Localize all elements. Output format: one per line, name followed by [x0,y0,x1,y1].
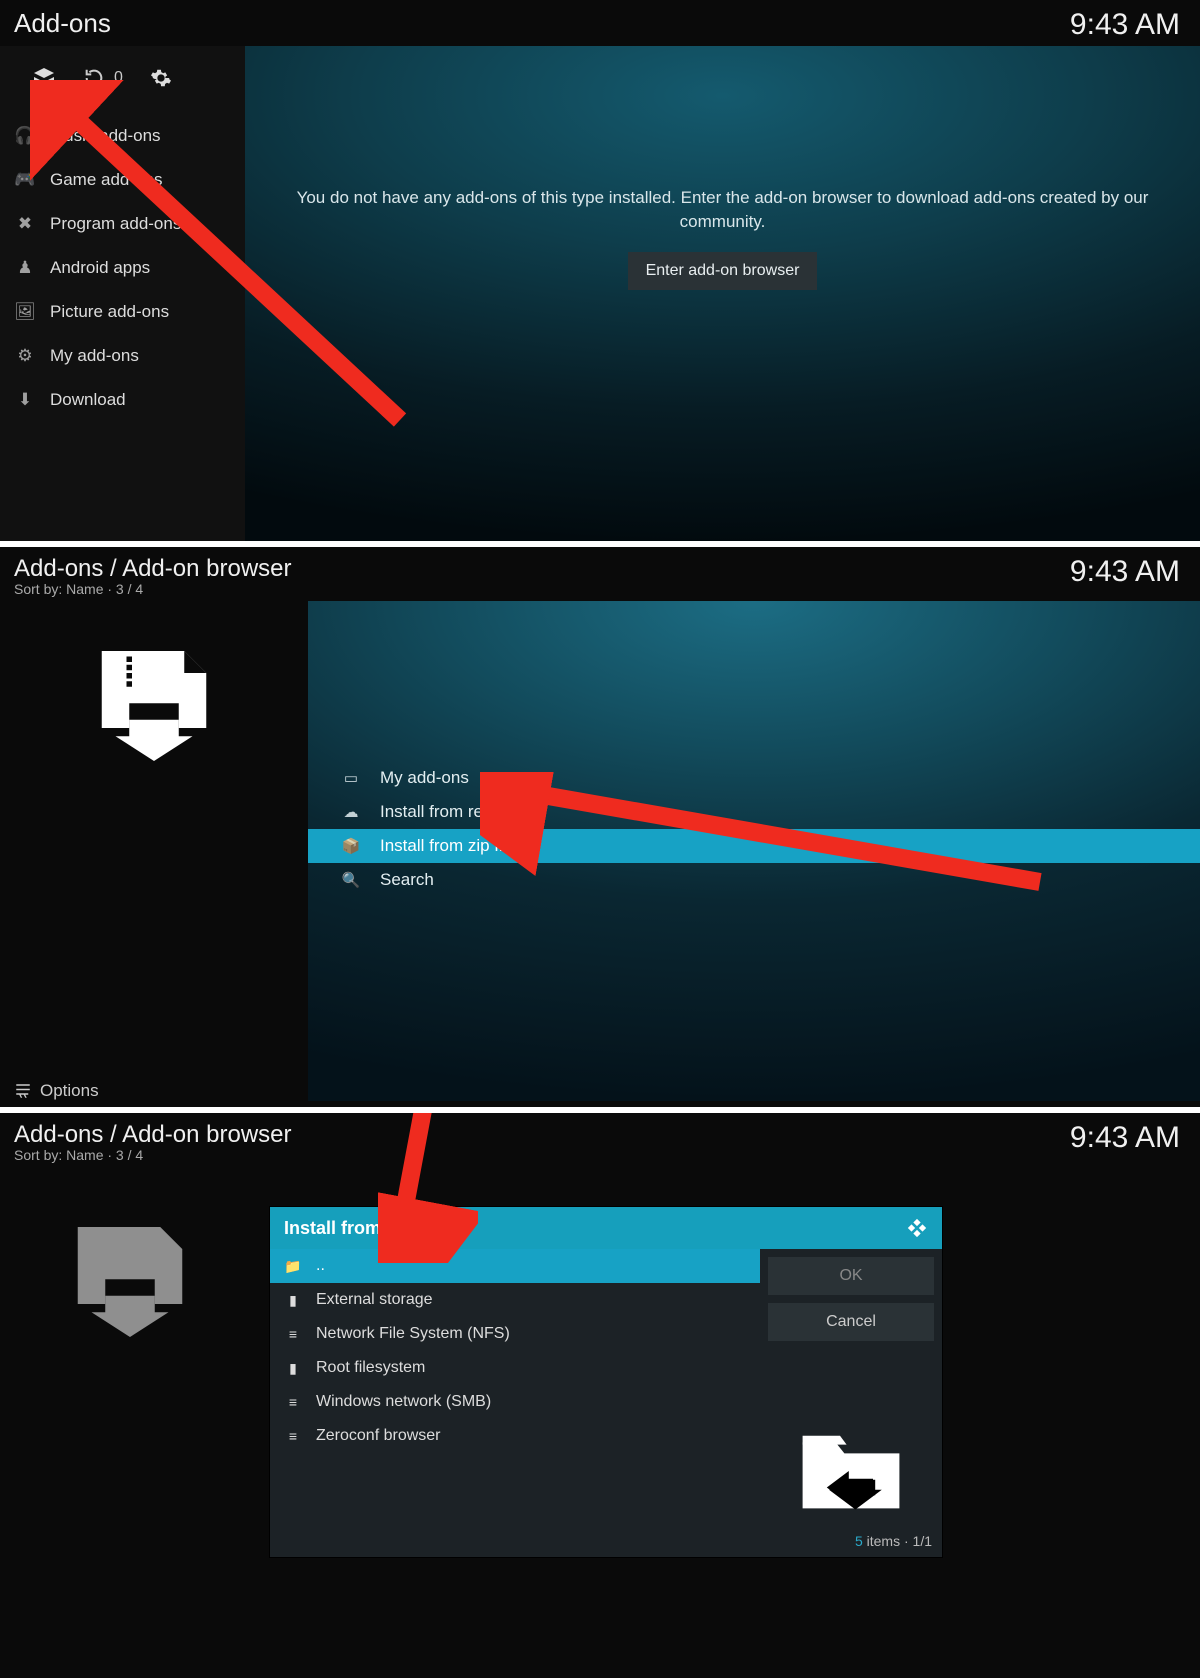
sidebar-item-music-add-ons[interactable]: 🎧 Music add-ons [0,114,245,158]
sidebar-item-picture-add-ons[interactable]: 🖼 Picture add-ons [0,290,245,334]
empty-message: You do not have any add-ons of this type… [293,186,1153,234]
file-item-root-filesystem[interactable]: ▮ Root filesystem [270,1351,760,1385]
menu-item-label: Search [380,870,434,890]
folder-preview [791,1421,911,1521]
cloud-down-icon: ☁ [342,803,360,821]
headphones-icon: 🎧 [14,125,36,147]
download-icon: ⬇ [14,389,36,411]
header: Add-ons 9:43 AM [0,0,1200,46]
header: Add-ons / Add-on browser Sort by: Name ·… [0,1113,1200,1167]
file-item-label: .. [316,1257,325,1275]
sidebar-item-label: Download [50,390,126,410]
header: Add-ons / Add-on browser Sort by: Name ·… [0,547,1200,601]
sidebar-preview [0,601,308,1101]
sd-icon: ▮ [284,1292,302,1309]
menu-item-install-from-repository[interactable]: ☁ Install from repository [308,795,1200,829]
menu-item-label: My add-ons [380,768,469,788]
options-label: Options [40,1081,99,1101]
sidebar-item-download[interactable]: ⬇ Download [0,378,245,422]
enter-addon-browser-button[interactable]: Enter add-on browser [628,252,818,290]
cancel-button[interactable]: Cancel [768,1303,934,1341]
file-item-parent[interactable]: 📁.. [270,1249,760,1283]
ok-button[interactable]: OK [768,1257,934,1295]
clock: 9:43 AM [1070,8,1180,42]
puzzle-icon: ✖ [14,213,36,235]
android-icon: ♟ [14,257,36,279]
sidebar-item-my-add-ons[interactable]: ⚙ My add-ons [0,334,245,378]
browser-menu: ▭ My add-ons ☁ Install from repository 📦 Inst… [308,761,1200,897]
sidebar-item-program-add-ons[interactable]: ✖ Program add-ons [0,202,245,246]
folder-up-icon: 📁 [284,1258,302,1275]
screen-zip-dialog: Add-ons / Add-on browser Sort by: Name ·… [0,1113,1200,1678]
options-icon [14,1082,32,1100]
refresh-icon[interactable] [82,66,106,90]
gamepad-icon: 🎮 [14,169,36,191]
network-icon: ≡ [284,1326,302,1342]
sidebar-item-label: Music add-ons [50,126,161,146]
page-subtitle: Sort by: Name · 3 / 4 [14,581,292,597]
clock: 9:43 AM [1070,555,1180,589]
dialog-title-bar: Install from zip file [270,1207,942,1249]
options-footer[interactable]: Options [14,1081,99,1101]
monitor-icon: ▭ [342,769,360,787]
page-subtitle: Sort by: Name · 3 / 4 [14,1147,292,1163]
file-item-label: Root filesystem [316,1359,425,1377]
sidebar-item-label: My add-ons [50,346,139,366]
menu-item-label: Install from repository [380,802,543,822]
file-item-label: Windows network (SMB) [316,1393,491,1411]
sidebar-item-label: Picture add-ons [50,302,169,322]
page-title: Add-ons / Add-on browser [14,1121,292,1149]
picture-icon: 🖼 [14,301,36,323]
file-item-label: Zeroconf browser [316,1427,441,1445]
sidebar-item-android-apps[interactable]: ♟ Android apps [0,246,245,290]
file-item-network-file-system-nfs-[interactable]: ≡ Network File System (NFS) [270,1317,760,1351]
sidebar-item-label: Game add-ons [50,170,162,190]
file-item-label: External storage [316,1291,433,1309]
items-word: items · [863,1533,913,1549]
file-item-label: Network File System (NFS) [316,1325,510,1343]
sidebar-list: 🎧 Music add-ons 🎮 Game add-ons ✖ Program add-… [0,114,245,422]
update-count: 0 [114,69,123,87]
screen-addon-browser: Add-ons / Add-on browser Sort by: Name ·… [0,547,1200,1107]
search-icon: 🔍 [342,871,360,889]
page-title: Add-ons [14,8,111,39]
sidebar-preview [0,1167,260,1672]
menu-item-my-add-ons[interactable]: ▭ My add-ons [308,761,1200,795]
network-icon: ≡ [284,1428,302,1444]
install-from-zip-dialog: Install from zip file 📁.. ▮ External stora… [270,1207,942,1557]
menu-item-install-from-zip-file[interactable]: 📦 Install from zip file [308,829,1200,863]
zip-download-icon [60,1227,200,1337]
screen-addons: Add-ons 9:43 AM 0 🎧 Music add-ons 🎮 Game ad… [0,0,1200,541]
sidebar-item-game-add-ons[interactable]: 🎮 Game add-ons [0,158,245,202]
sidebar-toolbar: 0 [0,56,245,114]
page-title: Add-ons / Add-on browser [14,555,292,583]
file-item-windows-network-smb-[interactable]: ≡ Windows network (SMB) [270,1385,760,1419]
kodi-logo-icon [906,1217,928,1239]
dialog-side-panel: OK Cancel [760,1249,942,1529]
dialog-title: Install from zip file [284,1218,442,1239]
sidebar-item-label: Program add-ons [50,214,181,234]
dialog-footer: 5 items · 1/1 [270,1529,942,1557]
zip-icon: 📦 [342,837,360,855]
box-open-icon[interactable] [32,66,56,90]
file-list: 📁.. ▮ External storage ≡ Network File System… [270,1249,760,1529]
sd-icon: ▮ [284,1360,302,1377]
zip-download-icon [84,651,224,761]
gears-icon: ⚙ [14,345,36,367]
menu-item-search[interactable]: 🔍 Search [308,863,1200,897]
clock: 9:43 AM [1070,1121,1180,1155]
network-icon: ≡ [284,1394,302,1410]
sidebar: 0 🎧 Music add-ons 🎮 Game add-ons ✖ Program ad… [0,46,245,541]
file-item-external-storage[interactable]: ▮ External storage [270,1283,760,1317]
menu-item-label: Install from zip file [380,836,516,856]
page-indicator: 1/1 [913,1533,932,1549]
gear-icon[interactable] [149,66,173,90]
file-item-zeroconf-browser[interactable]: ≡ Zeroconf browser [270,1419,760,1453]
sidebar-item-label: Android apps [50,258,150,278]
main-empty-area: You do not have any add-ons of this type… [245,46,1200,541]
item-count: 5 [855,1533,863,1549]
browser-menu-area: ▭ My add-ons ☁ Install from repository 📦 Inst… [308,601,1200,1101]
